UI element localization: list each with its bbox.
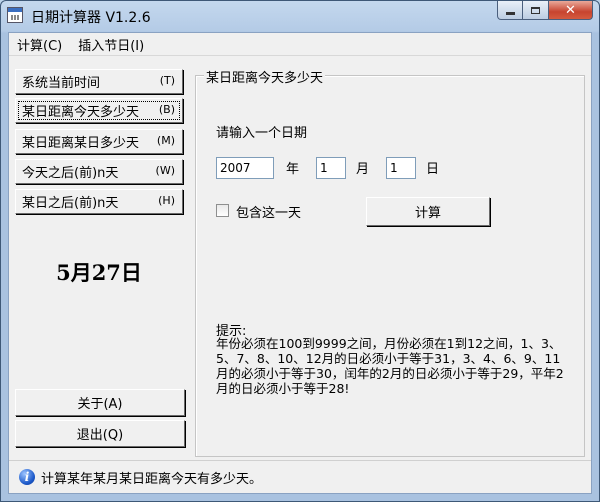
about-button[interactable]: 关于(A) xyxy=(15,389,185,416)
maximize-button[interactable] xyxy=(523,1,549,20)
maximize-icon xyxy=(531,6,540,14)
calculate-button[interactable]: 计算 xyxy=(366,197,490,226)
title-bar[interactable]: 日期计算器 V1.2.6 ✕ xyxy=(1,1,599,31)
nav-shortcut: (T) xyxy=(159,74,175,87)
menu-calculate[interactable]: 计算(C) xyxy=(9,35,70,54)
nav-label: 某日距离今天多少天 xyxy=(22,105,140,120)
year-unit-label: 年 xyxy=(286,162,300,177)
close-icon: ✕ xyxy=(565,2,576,18)
nav-date-to-today-button[interactable]: 某日距离今天多少天 (B) xyxy=(15,98,183,123)
panel-title: 某日距离今天多少天 xyxy=(204,67,326,86)
date-to-today-panel: 某日距离今天多少天 请输入一个日期 年 月 日 包含这一天 计算 提示: 年份必… xyxy=(195,67,585,457)
nav-shortcut: (H) xyxy=(158,194,175,207)
nav-label: 系统当前时间 xyxy=(22,76,101,91)
menu-bar: 计算(C) 插入节日(I) xyxy=(9,33,591,56)
nav-shortcut: (M) xyxy=(156,134,175,147)
minimize-button[interactable] xyxy=(497,1,523,20)
client-area: 计算(C) 插入节日(I) 系统当前时间 (T) 某日距离今天多少天 (B) 某… xyxy=(8,32,592,494)
calendar-app-icon xyxy=(7,7,23,23)
nav-shortcut: (B) xyxy=(158,103,175,116)
nav-today-plus-n-button[interactable]: 今天之后(前)n天 (W) xyxy=(15,159,183,184)
info-icon: i xyxy=(19,469,35,485)
year-input[interactable] xyxy=(216,157,274,179)
include-day-label: 包含这一天 xyxy=(236,206,302,221)
current-date-display: 5月27日 xyxy=(56,260,142,285)
exit-button[interactable]: 退出(Q) xyxy=(15,420,185,447)
close-button[interactable]: ✕ xyxy=(549,1,593,20)
day-unit-label: 日 xyxy=(426,162,440,177)
status-text: 计算某年某月某日距离今天有多少天。 xyxy=(41,471,263,487)
month-input[interactable] xyxy=(316,157,346,179)
nav-label: 某日之后(前)n天 xyxy=(22,196,119,211)
app-window: 日期计算器 V1.2.6 ✕ 计算(C) 插入节日(I) 系统当前时间 (T) … xyxy=(0,0,600,502)
hint-text: 年份必须在100到9999之间，月份必须在1到12之间，1、3、5、7、8、10… xyxy=(216,336,564,396)
date-prompt-label: 请输入一个日期 xyxy=(216,126,308,141)
menu-insert-holiday[interactable]: 插入节日(I) xyxy=(70,35,152,54)
nav-date-plus-n-button[interactable]: 某日之后(前)n天 (H) xyxy=(15,189,183,214)
window-title: 日期计算器 V1.2.6 xyxy=(31,10,151,26)
nav-date-to-date-button[interactable]: 某日距离某日多少天 (M) xyxy=(15,129,183,154)
month-unit-label: 月 xyxy=(356,162,370,177)
nav-label: 今天之后(前)n天 xyxy=(22,166,119,181)
day-input[interactable] xyxy=(386,157,416,179)
nav-shortcut: (W) xyxy=(155,164,175,177)
include-day-checkbox[interactable] xyxy=(216,204,229,217)
window-controls: ✕ xyxy=(497,1,593,20)
minimize-icon xyxy=(505,11,515,15)
nav-label: 某日距离某日多少天 xyxy=(22,136,140,151)
status-bar: i 计算某年某月某日距离今天有多少天。 xyxy=(9,460,591,493)
nav-current-time-button[interactable]: 系统当前时间 (T) xyxy=(15,69,183,94)
